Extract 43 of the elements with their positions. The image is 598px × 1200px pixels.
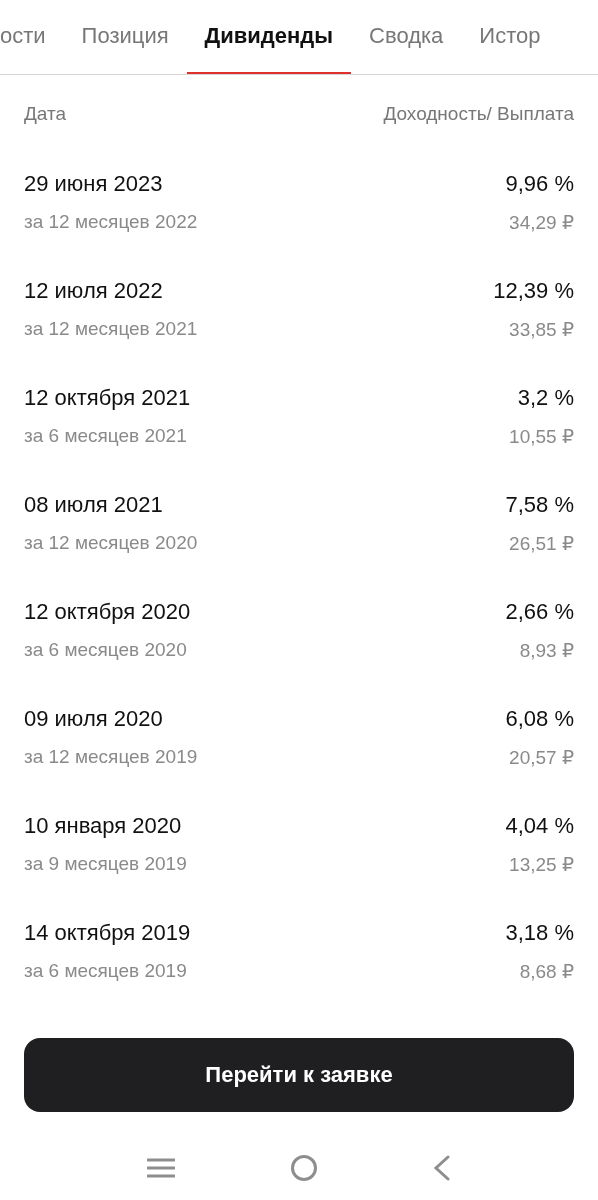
dividend-payout: 10,55 ₽ [509, 425, 574, 448]
dividend-date: 10 января 2020 [24, 813, 182, 839]
column-header: Дата [24, 103, 67, 126]
column-header: Доходность/ Выплата [383, 103, 574, 126]
dividend-payout: 26,51 ₽ [509, 532, 574, 555]
dividend-date: 12 октября 2021 [24, 385, 191, 411]
dividend-yield: 7,58 % [505, 492, 574, 518]
dividend-period: за 12 месяцев 2021 [24, 318, 198, 341]
dividend-date: 08 июля 2021 [24, 492, 163, 518]
dividend-date: 29 июня 2023 [24, 171, 163, 197]
dividend-yield: 9,96 % [505, 171, 574, 197]
dividend-period: за 9 месяцев 2019 [24, 853, 187, 876]
tab[interactable]: Позиция [63, 0, 187, 74]
dividend-payout: 8,93 ₽ [519, 639, 574, 662]
dividend-payout: 20,57 ₽ [509, 746, 574, 769]
dividend-date: 14 октября 2019 [24, 920, 191, 946]
back-icon[interactable] [432, 1155, 451, 1181]
dividend-payout: 33,85 ₽ [509, 318, 574, 341]
go-to-order-button[interactable]: Перейти к заявке [24, 1038, 574, 1112]
dividend-period: за 12 месяцев 2020 [24, 532, 198, 555]
dividend-yield: 12,39 % [493, 278, 574, 304]
dividend-period: за 6 месяцев 2021 [24, 425, 187, 448]
tab[interactable]: ости [0, 0, 64, 74]
dividend-period: за 6 месяцев 2019 [24, 960, 187, 983]
dividend-period: за 12 месяцев 2019 [24, 746, 198, 769]
dividend-period: за 6 месяцев 2020 [24, 639, 187, 662]
dividend-yield: 4,04 % [505, 813, 574, 839]
dividend-yield: 3,18 % [505, 920, 574, 946]
dividend-yield: 6,08 % [505, 706, 574, 732]
dividend-payout: 8,68 ₽ [519, 960, 574, 983]
tab[interactable]: Сводка [351, 0, 462, 74]
tab[interactable]: Истор [461, 0, 559, 74]
dividend-date: 09 июля 2020 [24, 706, 163, 732]
dividend-payout: 34,29 ₽ [509, 211, 574, 234]
dividend-yield: 2,66 % [505, 599, 574, 625]
dividend-period: за 12 месяцев 2022 [24, 211, 198, 234]
tab[interactable]: Дивиденды [186, 0, 352, 74]
dividend-payout: 13,25 ₽ [509, 853, 574, 876]
home-icon[interactable] [290, 1154, 318, 1182]
menu-icon[interactable] [147, 1157, 176, 1179]
dividend-date: 12 июля 2022 [24, 278, 163, 304]
dividend-date: 12 октября 2020 [24, 599, 191, 625]
dividend-yield: 3,2 % [517, 385, 574, 411]
